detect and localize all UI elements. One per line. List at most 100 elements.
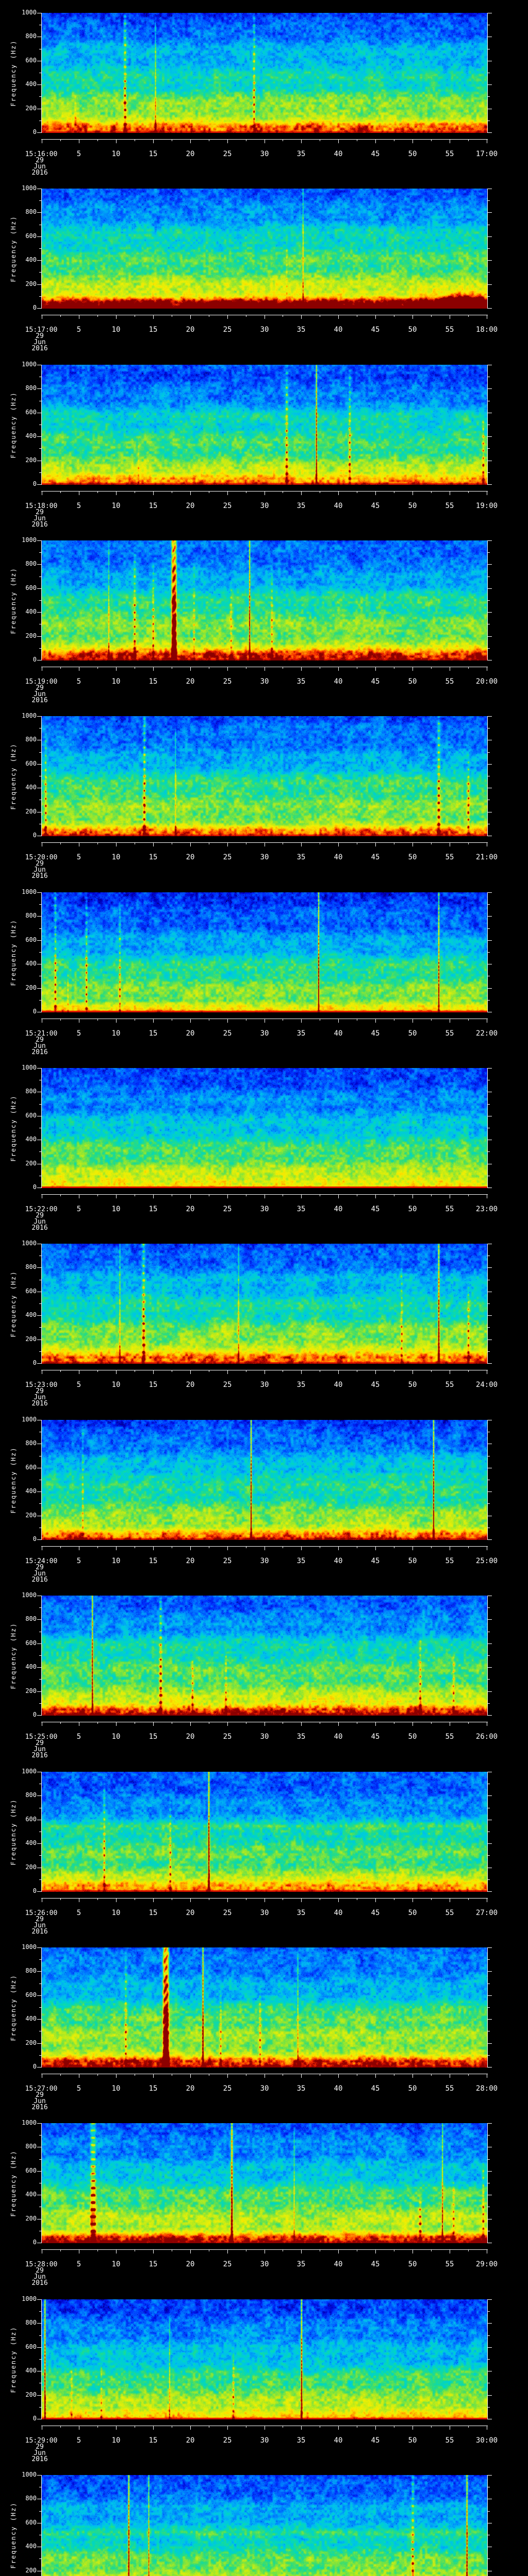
- y-axis-major-tick: [37, 1947, 41, 1948]
- y-axis-major-tick-right: [488, 940, 492, 941]
- x-axis-tick-label: 15: [148, 150, 158, 158]
- x-axis-tick-label: 40: [334, 1557, 343, 1565]
- x-axis-minor-tick: [431, 842, 432, 844]
- y-axis-major-tick: [37, 1971, 41, 1972]
- y-axis-major-tick: [37, 484, 41, 485]
- x-axis-end-label: 21:00: [475, 853, 498, 861]
- x-axis-end-label: 18:00: [475, 326, 498, 334]
- y-axis-minor-tick-right: [488, 1151, 490, 1152]
- y-axis-major-tick-right: [488, 2323, 492, 2324]
- x-axis-major-tick: [375, 491, 376, 495]
- y-axis-tick-label: 600: [25, 1639, 37, 1647]
- y-axis-minor-tick: [39, 96, 41, 97]
- x-axis-tick-label: 25: [223, 1381, 232, 1389]
- y-axis-major-tick-right: [488, 1947, 492, 1948]
- y-axis-tick-label: 600: [25, 1464, 37, 1471]
- x-axis-major-tick: [227, 2249, 228, 2253]
- y-axis-minor-tick: [39, 752, 41, 753]
- y-axis-tick-label: 800: [25, 1088, 37, 1095]
- x-axis-major-tick: [190, 842, 191, 846]
- y-axis-minor-tick-right: [488, 600, 490, 601]
- y-axis-tick-label: 1000: [22, 1064, 37, 1071]
- x-axis-major-tick: [153, 2426, 154, 2430]
- y-axis-minor-tick: [39, 1503, 41, 1504]
- x-axis-tick-label: 45: [371, 2084, 380, 2093]
- plot-right-spine: [487, 2475, 488, 2576]
- y-axis-major-tick-right: [488, 484, 492, 485]
- x-axis-tick-label: 10: [111, 1205, 121, 1213]
- y-axis-major-tick: [37, 2171, 41, 2172]
- x-axis-tick-label: 15: [148, 677, 158, 686]
- y-axis-major-tick-right: [488, 1691, 492, 1692]
- y-axis-title: Frequency (Hz): [10, 391, 17, 459]
- x-axis-major-tick: [190, 1370, 191, 1374]
- x-axis-major-tick: [301, 1898, 302, 1902]
- x-axis-major-tick: [375, 2426, 376, 2430]
- y-axis-tick-label: 0: [32, 2063, 37, 2070]
- y-axis-tick-label: 200: [25, 2215, 37, 2222]
- y-axis-major-tick: [37, 1363, 41, 1364]
- y-axis-tick-label: 400: [25, 960, 37, 967]
- x-axis-major-tick: [338, 842, 339, 846]
- x-axis-tick-label: 45: [371, 1909, 380, 1917]
- y-axis-tick-label: 1000: [22, 1240, 37, 1247]
- x-axis-major-tick: [301, 2074, 302, 2078]
- x-axis-major-tick: [375, 2249, 376, 2253]
- y-axis-major-tick: [37, 1643, 41, 1644]
- spectrogram-panel: 02004006008001000Frequency (Hz)510152025…: [0, 2286, 528, 2463]
- x-axis-minor-tick: [468, 1722, 469, 1724]
- x-axis-tick-label: 40: [334, 2260, 343, 2268]
- y-axis-minor-tick: [39, 2407, 41, 2408]
- spectrogram-panel: 02004006008001000Frequency (Hz)510152025…: [0, 2110, 528, 2287]
- y-axis-tick-label: 1000: [22, 2119, 37, 2126]
- spectrogram-canvas: [42, 716, 487, 836]
- y-axis-minor-tick: [39, 1959, 41, 1960]
- x-axis-tick-label: 30: [260, 2436, 269, 2445]
- x-axis-tick-label: 40: [334, 677, 343, 686]
- y-axis-major-tick: [37, 132, 41, 133]
- x-axis-end-label: 19:00: [475, 502, 498, 510]
- x-axis-minor-tick: [97, 1019, 98, 1021]
- x-axis-minor-tick: [97, 667, 98, 669]
- x-axis-major-tick: [190, 2249, 191, 2253]
- y-axis-tick-label: 1000: [22, 2471, 37, 2478]
- y-axis-tick-label: 200: [25, 1512, 37, 1519]
- y-axis-tick-label: 400: [25, 256, 37, 263]
- x-axis-tick-label: 50: [408, 1029, 417, 1038]
- y-axis-tick-label: 0: [32, 832, 37, 839]
- x-axis-tick-label: 10: [111, 1909, 121, 1917]
- y-axis-tick-label: 400: [25, 1487, 37, 1495]
- y-axis-tick-label: 0: [32, 480, 37, 487]
- x-axis-tick-label: 30: [260, 1909, 269, 1917]
- y-axis-major-tick-right: [488, 308, 492, 309]
- x-axis-tick-label: 50: [408, 2260, 417, 2268]
- x-axis-tick-label: 20: [186, 2084, 195, 2093]
- x-axis-tick-label: 50: [408, 1909, 417, 1917]
- x-axis-major-tick: [227, 842, 228, 846]
- spectrogram-panel: 02004006008001000Frequency (Hz)510152025…: [0, 1407, 528, 1584]
- y-axis-minor-tick-right: [488, 2558, 490, 2559]
- x-axis-major-tick: [338, 2074, 339, 2078]
- x-axis-major-tick: [190, 1546, 191, 1550]
- y-axis-tick-label: 200: [25, 1160, 37, 1167]
- y-axis-major-tick: [37, 764, 41, 765]
- y-axis-minor-tick: [39, 2007, 41, 2008]
- x-axis-tick-label: 25: [223, 677, 232, 686]
- y-axis-minor-tick: [39, 1303, 41, 1304]
- y-axis-tick-label: 1000: [22, 712, 37, 719]
- x-axis-major-tick: [153, 491, 154, 495]
- x-axis-tick-label: 45: [371, 1029, 380, 1038]
- x-axis-major-tick: [301, 1370, 302, 1374]
- y-axis-tick-label: 400: [25, 2543, 37, 2550]
- x-axis-minor-tick: [60, 1194, 61, 1196]
- x-axis-major-tick: [116, 491, 117, 495]
- x-axis-minor-tick: [97, 491, 98, 493]
- plot-left-spine: [41, 540, 42, 660]
- x-axis-major-tick: [375, 1898, 376, 1902]
- y-axis-minor-tick: [39, 928, 41, 929]
- y-axis-tick-label: 400: [25, 2367, 37, 2374]
- spectrogram-canvas: [42, 1420, 487, 1540]
- y-axis-tick-label: 800: [25, 1263, 37, 1270]
- y-axis-major-tick: [37, 1619, 41, 1620]
- x-axis-minor-tick: [97, 1194, 98, 1196]
